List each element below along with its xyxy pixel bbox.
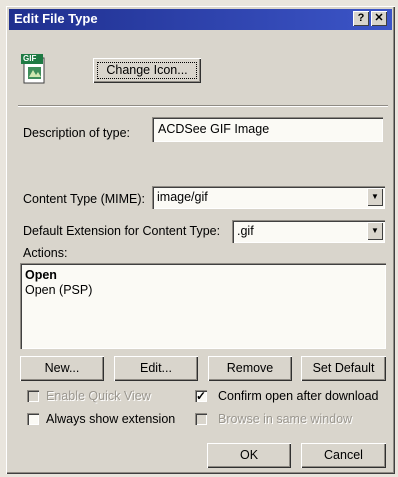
gif-file-icon: GIF (21, 54, 47, 84)
ok-button[interactable]: OK (207, 443, 291, 468)
default-extension-label: Default Extension for Content Type: (23, 224, 221, 238)
title-bar[interactable]: Edit File Type ? ✕ (9, 9, 392, 30)
enable-quick-view-label: Enable Quick View (46, 389, 151, 403)
remove-action-button[interactable]: Remove (208, 356, 292, 381)
new-action-button[interactable]: New... (20, 356, 104, 381)
always-show-extension-checkbox[interactable] (27, 413, 39, 425)
help-button[interactable]: ? (353, 11, 369, 26)
edit-action-button[interactable]: Edit... (114, 356, 198, 381)
change-icon-button[interactable]: Change Icon... (93, 58, 201, 83)
actions-label: Actions: (23, 246, 68, 260)
default-extension-value: .gif (237, 224, 254, 238)
description-label: Description of type: (23, 126, 130, 140)
actions-list[interactable]: Open Open (PSP) (20, 263, 386, 349)
content-type-label: Content Type (MIME): (23, 192, 146, 206)
list-item[interactable]: Open (25, 268, 57, 282)
separator (18, 105, 388, 107)
browse-same-window-label: Browse in same window (218, 412, 353, 426)
cancel-button[interactable]: Cancel (301, 443, 386, 468)
set-default-button[interactable]: Set Default (301, 356, 386, 381)
content-type-dropdown-icon[interactable]: ▼ (367, 188, 383, 206)
description-value: ACDSee GIF Image (158, 122, 270, 136)
confirm-open-label: Confirm open after download (218, 389, 379, 403)
confirm-open-checkbox[interactable]: ✓ (195, 390, 207, 402)
default-extension-combo[interactable]: .gif ▼ (232, 220, 385, 243)
default-extension-dropdown-icon[interactable]: ▼ (367, 222, 383, 240)
enable-quick-view-checkbox[interactable] (27, 390, 39, 402)
gif-badge-label: GIF (23, 54, 37, 63)
edit-file-type-dialog: Edit File Type ? ✕ GIF Change Icon... De… (6, 6, 395, 474)
always-show-extension-label: Always show extension (46, 412, 176, 426)
list-item[interactable]: Open (PSP) (25, 283, 92, 297)
content-type-combo[interactable]: image/gif ▼ (152, 186, 385, 209)
content-type-value: image/gif (157, 190, 208, 204)
description-field[interactable]: ACDSee GIF Image (152, 117, 383, 142)
dialog-title: Edit File Type (14, 11, 98, 26)
close-button[interactable]: ✕ (371, 11, 387, 26)
browse-same-window-checkbox[interactable] (195, 413, 207, 425)
